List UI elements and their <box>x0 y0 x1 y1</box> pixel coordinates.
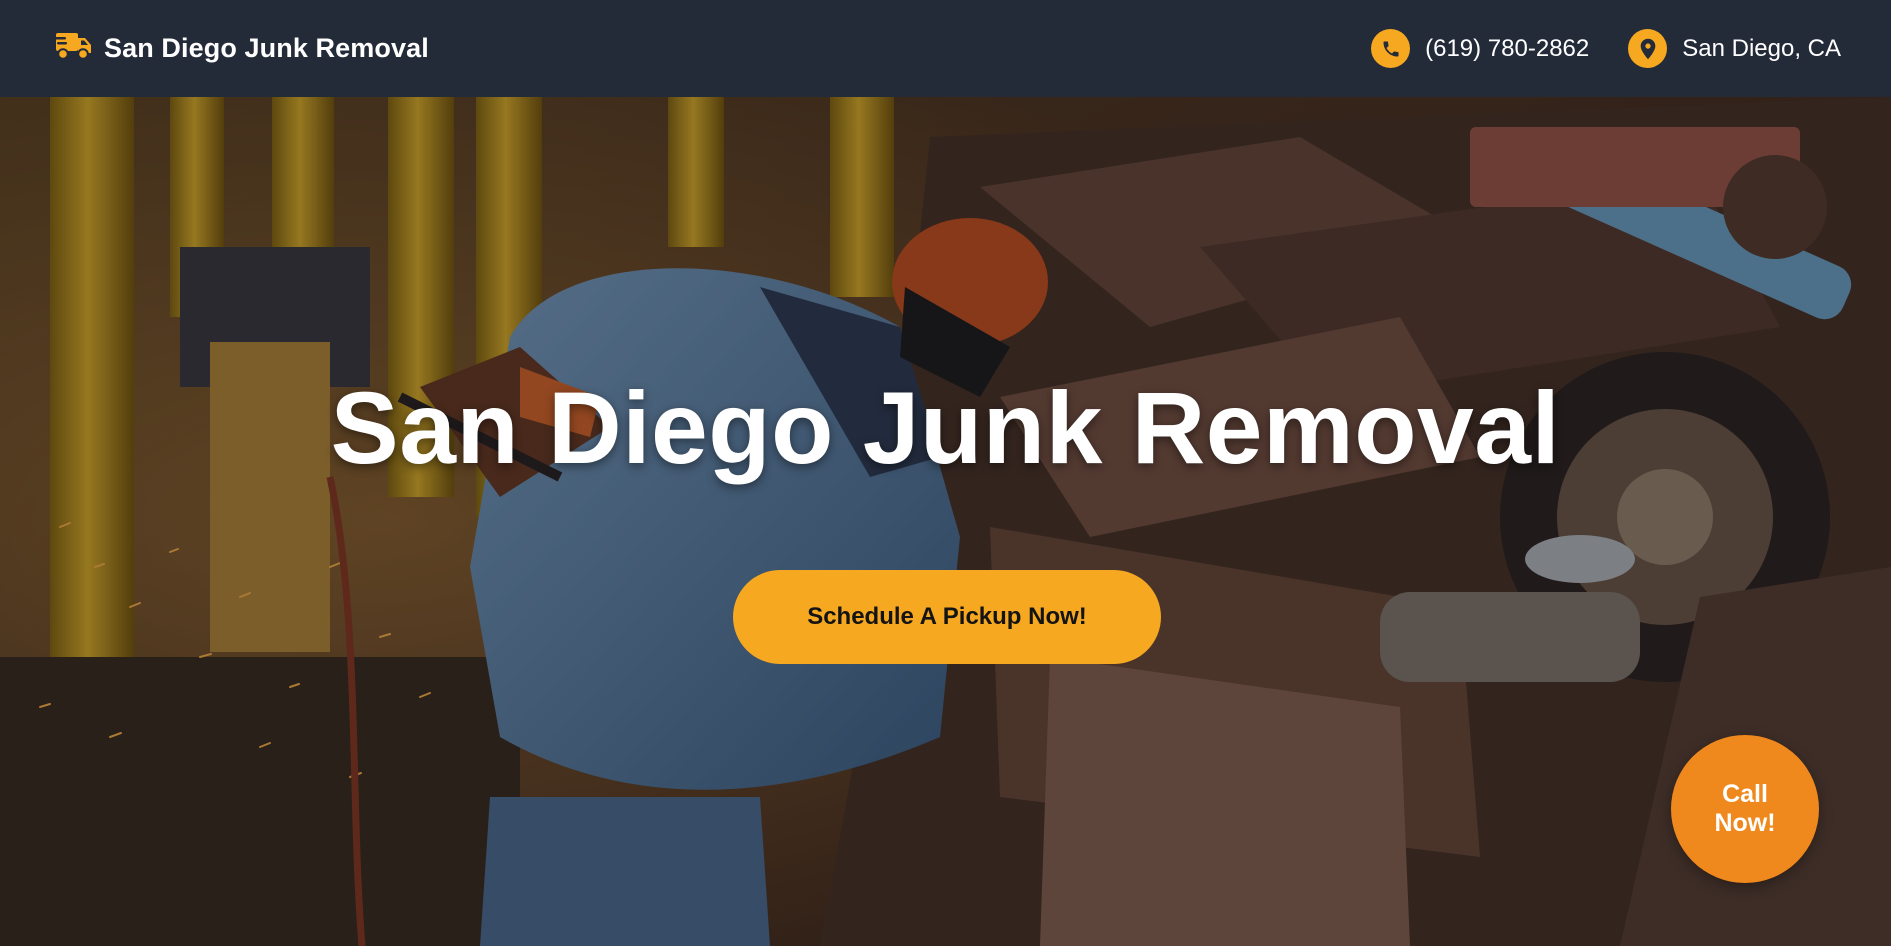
phone-number: (619) 780-2862 <box>1425 34 1590 62</box>
location-label: San Diego, CA <box>1682 34 1841 62</box>
truck-icon <box>54 31 92 66</box>
hero-section: San Diego Junk Removal Schedule A Pickup… <box>0 97 1891 946</box>
call-now-button[interactable]: Call Now! <box>1671 735 1819 883</box>
hero-title: San Diego Junk Removal <box>330 371 1561 485</box>
map-pin-icon <box>1628 29 1668 68</box>
schedule-pickup-button[interactable]: Schedule A Pickup Now! <box>733 570 1161 664</box>
phone-icon <box>1371 29 1411 68</box>
hero-overlay <box>0 97 1891 946</box>
brand-link[interactable]: San Diego Junk Removal <box>54 31 429 66</box>
landing-page: San Diego Junk Removal (619) 780-2862 Sa… <box>0 0 1891 946</box>
site-header: San Diego Junk Removal (619) 780-2862 Sa… <box>0 0 1891 97</box>
contact-info: (619) 780-2862 San Diego, CA <box>1371 29 1841 68</box>
location-link[interactable]: San Diego, CA <box>1628 29 1841 68</box>
brand-name: San Diego Junk Removal <box>104 33 429 63</box>
phone-link[interactable]: (619) 780-2862 <box>1371 29 1589 68</box>
